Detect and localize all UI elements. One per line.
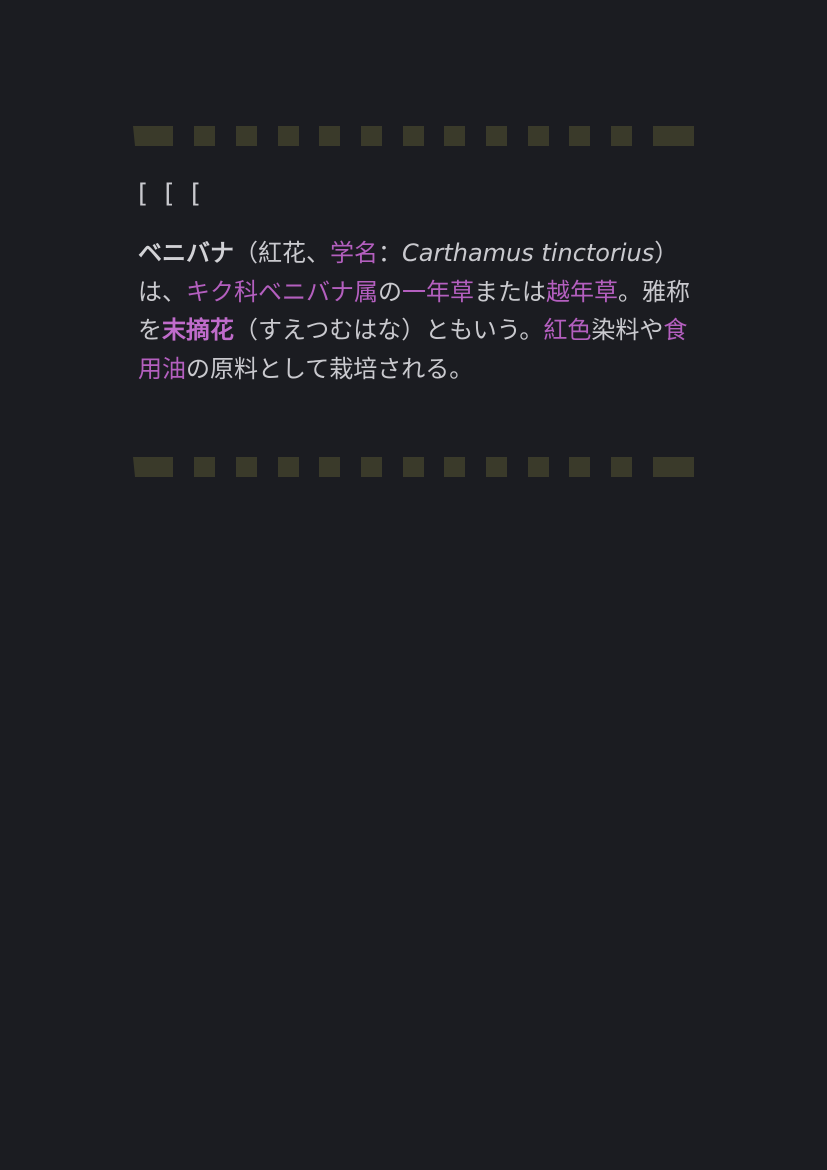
tape-end-right — [653, 126, 694, 146]
link-red[interactable]: 紅色 — [543, 316, 591, 344]
tape-segment — [194, 457, 215, 477]
tape-end-right — [653, 457, 694, 477]
text-run: または — [474, 277, 546, 306]
article-term: ベニバナ — [138, 239, 234, 267]
text-run: （紅花、 — [234, 239, 330, 267]
tape-segment — [278, 126, 299, 146]
text-run: 染料や — [591, 316, 664, 344]
tape-segment — [569, 126, 590, 146]
text-run: の — [378, 277, 402, 306]
link-scientific-name[interactable]: 学名 — [330, 239, 378, 267]
tape-segment — [194, 126, 215, 146]
tape-divider-top — [133, 126, 694, 146]
tape-segment — [569, 457, 590, 477]
article-paragraph: ベニバナ（紅花、学名：Carthamus tinctorius）は、キク科ベニバ… — [138, 234, 698, 388]
tape-segment — [528, 457, 549, 477]
tape-segment — [486, 126, 507, 146]
tape-segment — [319, 126, 340, 146]
tape-segment — [236, 126, 257, 146]
tape-divider-bottom — [133, 457, 694, 477]
link-biennial[interactable]: 越年草 — [546, 278, 618, 306]
text-run: ： — [378, 239, 402, 267]
bracket-markers: [ [ [ — [138, 179, 205, 209]
tape-segment — [611, 126, 632, 146]
tape-segment — [486, 457, 507, 477]
tape-segment — [361, 457, 382, 477]
link-genus[interactable]: ベニバナ属 — [258, 278, 378, 306]
tape-segment — [236, 457, 257, 477]
tape-segment — [319, 457, 340, 477]
text-run: （すえつむはな）ともいう。 — [234, 316, 544, 344]
tape-end-left — [133, 126, 173, 146]
link-annual[interactable]: 一年草 — [402, 278, 474, 306]
tape-segment — [611, 457, 632, 477]
tape-segment — [278, 457, 299, 477]
article-content: [ [ [ ベニバナ（紅花、学名：Carthamus tinctorius）は、… — [138, 176, 698, 388]
tape-segment — [528, 126, 549, 146]
tape-segment — [403, 126, 424, 146]
link-family[interactable]: キク科 — [186, 278, 258, 306]
tape-segment — [444, 457, 465, 477]
text-run: の原料として栽培される。 — [186, 354, 474, 383]
latin-genus: Carthamus — [402, 239, 534, 267]
tape-segment — [403, 457, 424, 477]
link-elegant-name[interactable]: 末摘花 — [162, 316, 234, 344]
latin-species: tinctorius — [541, 239, 655, 267]
tape-segment — [361, 126, 382, 146]
tape-segment — [444, 126, 465, 146]
tape-end-left — [133, 457, 173, 477]
